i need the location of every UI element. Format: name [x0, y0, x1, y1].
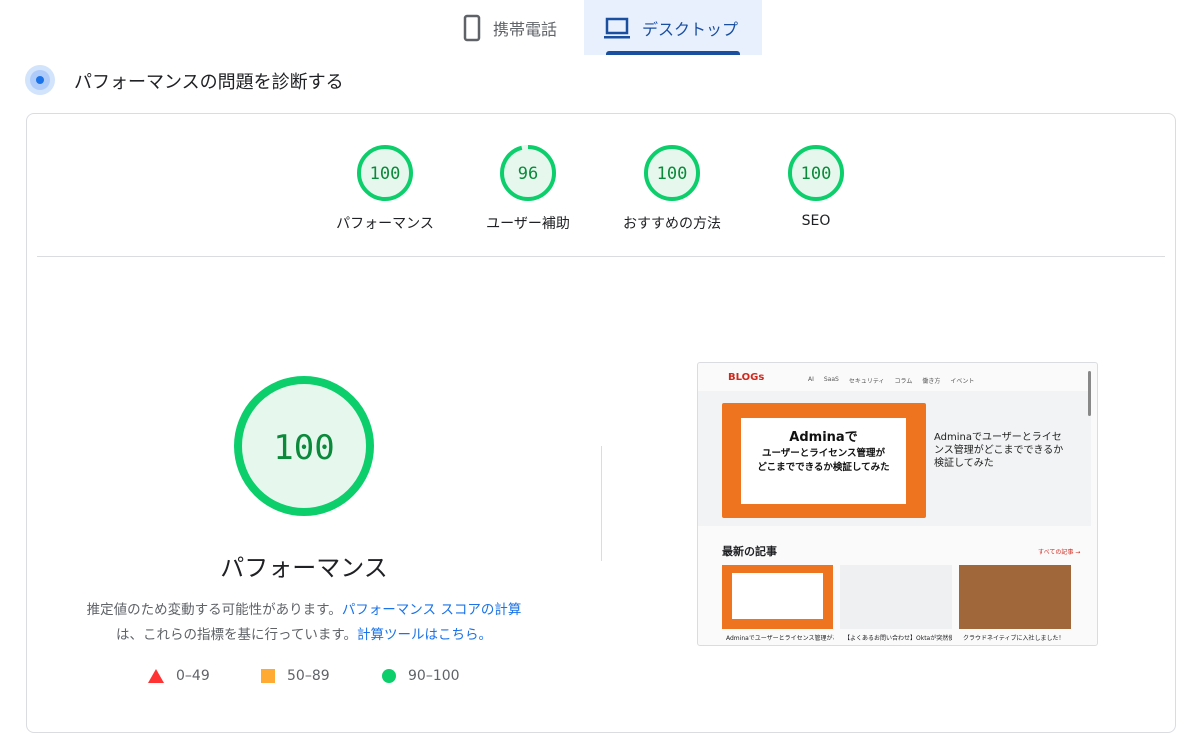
tab-desktop[interactable]: デスクトップ — [584, 0, 762, 55]
legend-average: 50–89 — [261, 668, 330, 684]
performance-description: 推定値のため変動する可能性があります。パフォーマンス スコアの計算 は、これらの… — [40, 598, 568, 648]
performance-title: パフォーマンス — [220, 554, 388, 582]
score-value: 100 — [370, 164, 401, 184]
hero-text: ユーザーとライセンス管理が — [761, 448, 886, 459]
nav-item: セキュリティ — [848, 378, 885, 385]
scrollbar[interactable] — [1088, 371, 1091, 416]
score-label: ユーザー補助 — [486, 216, 570, 232]
score-value: 100 — [657, 164, 688, 184]
card-title: 【よくあるお問い合わせ】Oktaが突然使えなく — [844, 635, 952, 642]
legend-fail: 0–49 — [148, 668, 210, 684]
phone-icon — [463, 14, 481, 41]
desc-text: 推定値のため変動する可能性があります。 — [86, 602, 342, 618]
desc-text: は、これらの指標を基に行っています。 — [116, 627, 357, 643]
active-tab-indicator — [606, 51, 740, 55]
card-title: クラウドネイティブに入社しました！ — [963, 635, 1065, 642]
gauge-ring: 96 — [500, 145, 556, 201]
performance-score: 100 — [273, 428, 334, 468]
page-screenshot[interactable]: BLOGs AI SaaS セキュリティ コラム 働き方 イベント Adminaで ユーザ… — [697, 362, 1098, 646]
tab-label: デスクトップ — [642, 19, 739, 39]
calculator-link[interactable]: 計算ツールはこちら。 — [357, 627, 492, 643]
nav-item: コラム — [894, 378, 913, 385]
legend-pass: 90–100 — [382, 668, 460, 684]
hero-image: Adminaで ユーザーとライセンス管理が どこまでできるか検証してみた — [722, 403, 926, 518]
gauge-ring: 100 — [788, 145, 844, 201]
hero-text: Adminaで — [789, 430, 858, 445]
score-calc-link[interactable]: パフォーマンス スコアの計算 — [342, 602, 522, 618]
site-nav: AI SaaS セキュリティ コラム 働き方 イベント — [808, 376, 974, 385]
gauge-ring: 100 — [357, 145, 413, 201]
divider — [601, 446, 602, 561]
score-gauge[interactable]: 100 おすすめの方法 — [612, 143, 732, 233]
circle-icon — [382, 669, 396, 683]
nav-item: SaaS — [823, 376, 839, 383]
legend-label: 90–100 — [408, 668, 460, 684]
hero-text: どこまでできるか検証してみた — [757, 462, 890, 473]
diagnose-icon — [25, 65, 55, 95]
score-value: 100 — [801, 164, 832, 184]
performance-gauge-large: 100 — [234, 376, 374, 516]
triangle-icon — [148, 669, 164, 683]
site-logo: BLOGs — [728, 372, 765, 383]
nav-item: AI — [808, 376, 814, 383]
card-title: Adminaでユーザーとライセンス管理がどこま — [726, 635, 834, 642]
square-icon — [261, 669, 275, 683]
score-gauge[interactable]: 100 パフォーマンス — [325, 143, 445, 233]
score-gauge[interactable]: 96 ユーザー補助 — [468, 143, 588, 233]
laptop-icon — [604, 17, 630, 38]
nav-item: 働き方 — [922, 378, 941, 385]
gauge-ring: 100 — [644, 145, 700, 201]
legend-label: 50–89 — [287, 668, 330, 684]
tab-mobile[interactable]: 携帯電話 — [443, 0, 577, 55]
legend-label: 0–49 — [176, 668, 210, 684]
latest-heading: 最新の記事 — [722, 545, 777, 558]
section-title: パフォーマンスの問題を診断する — [74, 72, 344, 93]
hero-article-title: Adminaでユーザーとライセンス管理がどこまでできるか検証してみた — [934, 432, 1064, 469]
score-label: パフォーマンス — [336, 216, 434, 232]
score-value: 96 — [518, 164, 538, 184]
divider — [37, 256, 1165, 257]
all-articles-link: すべての記事 → — [1038, 549, 1081, 556]
tab-label: 携帯電話 — [493, 19, 558, 39]
score-gauge[interactable]: 100 SEO — [756, 143, 876, 229]
score-label: SEO — [801, 213, 831, 229]
score-label: おすすめの方法 — [623, 216, 721, 232]
nav-item: イベント — [950, 378, 975, 385]
